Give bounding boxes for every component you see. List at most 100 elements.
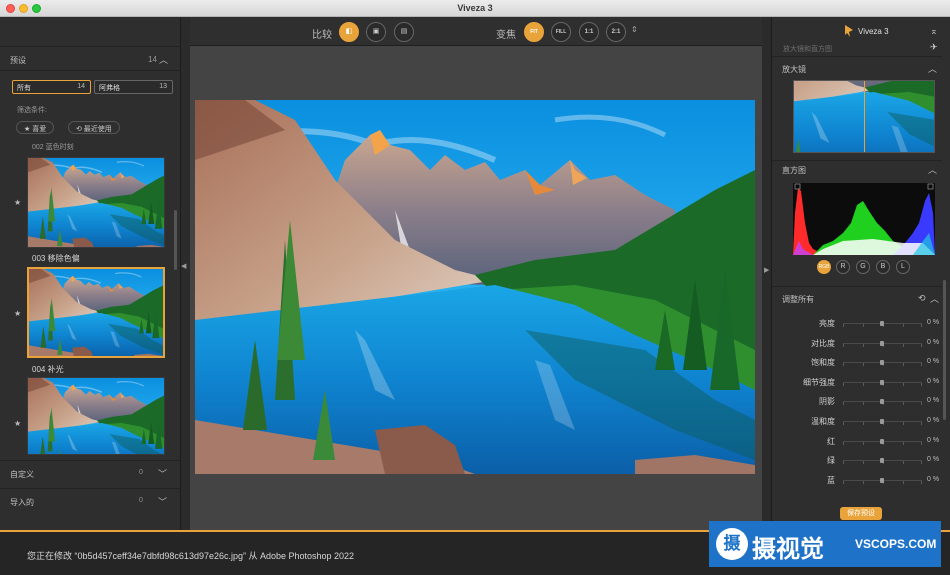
adjustment-label: 蓝 [827, 476, 835, 485]
presets-header-label: 预设 [10, 56, 26, 65]
landscape-photo [195, 100, 755, 474]
adjustment-label: 阴影 [819, 397, 835, 406]
chevron-down-icon[interactable]: ﹀ [158, 467, 167, 480]
slider-knob[interactable] [880, 321, 884, 326]
histogram-section-label: 直方图 [782, 166, 806, 175]
preset-label: 004 补光 [32, 365, 64, 374]
segment-afg[interactable]: 阿弗格 13 [94, 80, 173, 94]
adjustment-value: 0 % [927, 378, 940, 385]
slider-tick [843, 383, 844, 386]
collapse-panel-icon[interactable]: ⌅ [930, 26, 938, 37]
star-icon[interactable]: ★ [14, 198, 21, 207]
slider-tick [843, 481, 844, 484]
channel-g-button[interactable]: G [856, 260, 870, 274]
slider-knob[interactable] [880, 458, 884, 463]
slider-knob[interactable] [880, 478, 884, 483]
watermark-logo: 摄 [716, 528, 748, 560]
section-imported-count: 0 [139, 497, 143, 504]
histogram-plot [793, 183, 935, 255]
chevron-down-icon[interactable]: ﹀ [158, 495, 167, 508]
chevron-up-icon[interactable]: ︿ [928, 163, 937, 176]
slider-tick [903, 363, 904, 366]
zoom-label: 变焦 [496, 30, 516, 41]
favorites-filter-button[interactable]: ★ 喜爱 [16, 121, 55, 134]
adjustment-value: 0 % [927, 339, 940, 346]
slider-tick [843, 461, 844, 464]
channel-rgb-button[interactable]: RGB [817, 260, 831, 274]
preview-image[interactable] [195, 100, 755, 474]
channel-r-button[interactable]: R [836, 260, 850, 274]
slider-tick [903, 383, 904, 386]
title-bar: Viveza 3 [0, 0, 950, 17]
recent-filter-button[interactable]: ⟲ 最近使用 [68, 121, 120, 134]
preset-thumbnail[interactable] [27, 377, 165, 455]
loupe-histogram-header: 放大镜和直方图 [783, 46, 832, 53]
slider-tick [921, 324, 922, 327]
window-title: Viveza 3 [457, 3, 493, 13]
compare-side-icon[interactable]: ▣ [366, 22, 386, 42]
zoom-2to1-button[interactable]: 2:1 [606, 22, 626, 42]
loupe-preview[interactable] [793, 80, 935, 153]
zoom-fill-button[interactable]: FILL [551, 22, 571, 42]
adjustment-value: 0 % [927, 397, 940, 404]
preset-thumbnail[interactable] [27, 157, 165, 248]
adjustment-label: 亮度 [819, 319, 835, 328]
collapse-left-panel-icon[interactable]: ◀ [181, 262, 186, 270]
slider-tick [863, 442, 864, 445]
adjustment-label: 饱和度 [811, 358, 835, 367]
zoom-1to1-button[interactable]: 1:1 [579, 22, 599, 42]
section-custom[interactable]: 自定义 0 ﹀ [0, 460, 181, 486]
slider-knob[interactable] [880, 399, 884, 404]
slider-tick [921, 363, 922, 366]
preset-thumbnail-selected[interactable] [27, 267, 165, 358]
presets-scrollbar[interactable] [174, 210, 177, 270]
compare-split-icon[interactable]: ◧ [339, 22, 359, 42]
slider-knob[interactable] [880, 419, 884, 424]
slider-tick [863, 324, 864, 327]
segment-all[interactable]: 所有 14 [12, 80, 91, 94]
section-imported[interactable]: 导入的 0 ﹀ [0, 488, 181, 514]
adjustment-label: 绿 [827, 456, 835, 465]
slider-tick [921, 344, 922, 347]
slider-tick [903, 442, 904, 445]
slider-tick [903, 324, 904, 327]
slider-tick [903, 402, 904, 405]
slider-tick [921, 442, 922, 445]
slider-tick [903, 481, 904, 484]
preset-thumbnail-image [28, 378, 164, 454]
chevron-up-icon[interactable]: ︿ [159, 53, 168, 66]
star-icon[interactable]: ★ [14, 419, 21, 428]
channel-b-button[interactable]: B [876, 260, 890, 274]
slider-knob[interactable] [880, 360, 884, 365]
chevron-up-icon[interactable]: ︿ [928, 62, 937, 75]
segment-afg-label: 阿弗格 [99, 85, 120, 92]
slider-tick [921, 383, 922, 386]
section-imported-label: 导入的 [10, 498, 34, 507]
loupe-crosshair [864, 81, 865, 152]
collapse-right-panel-icon[interactable]: ▶ [764, 266, 769, 274]
preset-label-partial: 002 蓝色时刻 [32, 144, 74, 151]
pin-icon[interactable]: ✈ [930, 42, 938, 53]
slider-knob[interactable] [880, 341, 884, 346]
slider-tick [863, 344, 864, 347]
section-divider [772, 286, 942, 287]
chevron-up-icon[interactable]: ︿ [930, 292, 939, 305]
compare-stack-icon[interactable]: ▤ [394, 22, 414, 42]
status-message: 您正在修改 “0b5d457ceff34e7dbfd98c613d97e26c.… [27, 551, 355, 561]
section-custom-count: 0 [139, 469, 143, 476]
zoom-stepper-icon[interactable]: ⇕ [631, 25, 638, 34]
adjustment-label: 细节强度 [803, 378, 835, 387]
slider-knob[interactable] [880, 380, 884, 385]
slider-tick [863, 481, 864, 484]
zoom-fit-button[interactable]: FIT [524, 22, 544, 42]
preset-thumbnail-image [28, 158, 164, 247]
star-icon[interactable]: ★ [14, 309, 21, 318]
channel-l-button[interactable]: L [896, 260, 910, 274]
adjustments-scrollbar[interactable] [943, 280, 946, 420]
filter-label: 筛选条件: [17, 107, 47, 114]
slider-tick [843, 442, 844, 445]
reset-icon[interactable]: ⟲ [918, 293, 926, 304]
adjustment-label: 对比度 [811, 339, 835, 348]
save-preset-button[interactable]: 保存预设 [840, 507, 882, 520]
slider-knob[interactable] [880, 439, 884, 444]
